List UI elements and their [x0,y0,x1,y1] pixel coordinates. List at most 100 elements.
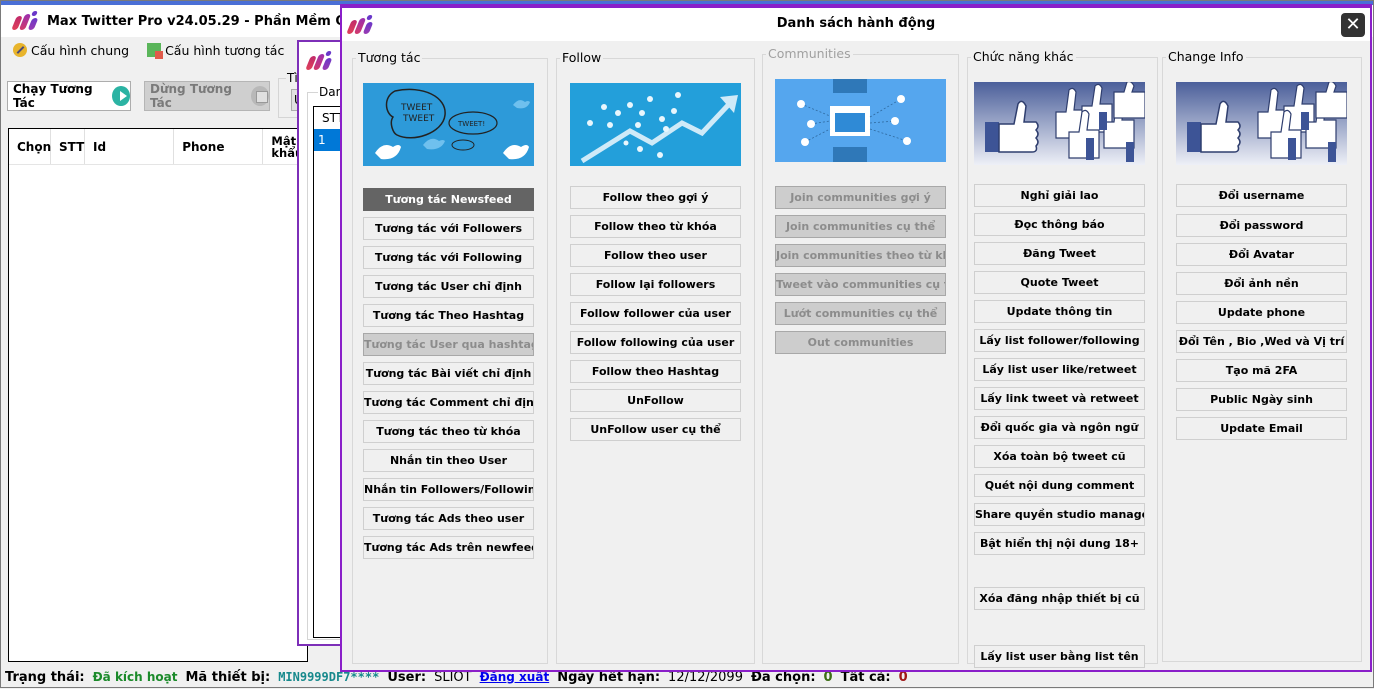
menu-label: Cấu hình chung [31,42,130,58]
follow-growth-banner [570,83,741,166]
action-button[interactable]: UnFollow user cụ thể [570,418,741,441]
device-value: MIN9999DF7**** [278,670,380,684]
col-select[interactable]: Chọn [9,129,51,164]
stop-interaction-button[interactable]: Dừng Tương Tác [144,81,270,111]
action-list-dialog: Danh sách hành động ✕ Tương tác TWEET TW… [340,4,1372,672]
action-button[interactable]: Lấy list user bằng list tên [974,645,1145,668]
action-button[interactable]: UnFollow [570,389,741,412]
wrench-icon [13,43,27,57]
app-title: Max Twitter Pro v24.05.29 - Phần Mềm Quả… [47,13,374,29]
table-header: Chọn STT Id Phone Mật khẩu [9,129,307,165]
group-communities: Communities Join communities gợi ý Join … [762,46,959,664]
action-button[interactable]: Xóa toàn bộ tweet cũ [974,445,1145,468]
group-label: Tương tác [356,50,423,65]
run-label: Chạy Tương Tác [13,82,93,110]
action-button[interactable]: Tương tác User chỉ định [363,275,534,298]
action-button[interactable]: Đổi Tên , Bio ,Wed và Vị trí [1176,330,1347,353]
action-button[interactable]: Share quyền studio manager [974,503,1145,526]
menu-general-config[interactable]: Cấu hình chung [13,43,129,58]
action-button[interactable]: Tweet vào communities cụ thể [775,273,946,296]
play-icon [112,86,130,106]
action-button[interactable]: Lấy list follower/following [974,329,1145,352]
stop-icon [251,86,269,106]
group-label: Communities [766,46,853,61]
accounts-table[interactable]: Chọn STT Id Phone Mật khẩu [8,128,308,662]
app-logo-icon [305,50,333,72]
action-button[interactable]: Đổi Avatar [1176,243,1347,266]
action-button[interactable]: Tương tác Bài viết chỉ định [363,362,534,385]
close-icon[interactable]: ✕ [1341,13,1365,37]
action-button[interactable]: Đọc thông báo [974,213,1145,236]
action-button[interactable]: Follow theo user [570,244,741,267]
status-label: Trạng thái: [5,669,85,685]
col-phone[interactable]: Phone [174,129,264,164]
action-button[interactable]: Lấy link tweet và retweet [974,387,1145,410]
action-button[interactable]: Tương tác Theo Hashtag [363,304,534,327]
group-interaction: Tương tác TWEET TWEET TWEET! Tương tác N… [352,50,548,664]
action-button[interactable]: Follow following của user [570,331,741,354]
tweet-tweet-banner: TWEET TWEET TWEET! [363,83,534,166]
action-button[interactable]: Out communities [775,331,946,354]
action-button[interactable]: Join communities theo từ khóa [775,244,946,267]
action-button[interactable]: Đăng Tweet [974,242,1145,265]
action-button[interactable]: Tương tác User qua hashtag [363,333,534,356]
col-id[interactable]: Id [85,129,175,164]
action-button[interactable]: Tương tác theo từ khóa [363,420,534,443]
group-label: Change Info [1166,49,1246,64]
group-other-functions: Chức năng khác Nghỉ giải lao Đọc thông b… [967,49,1158,668]
action-button[interactable]: Public Ngày sinh [1176,388,1347,411]
svg-text:TWEET!: TWEET! [457,120,485,128]
communities-network-banner [775,79,946,162]
action-button[interactable]: Quote Tweet [974,271,1145,294]
action-button[interactable]: Quét nội dung comment [974,474,1145,497]
action-button[interactable]: Đổi username [1176,184,1347,207]
action-button[interactable]: Nhắn tin theo User [363,449,534,472]
action-button[interactable]: Update phone [1176,301,1347,324]
col-stt[interactable]: STT [51,129,85,164]
group-change-info: Change Info Đổi username Đổi password Đổ… [1162,49,1362,662]
action-button[interactable]: Nghỉ giải lao [974,184,1145,207]
thumbs-up-banner [974,82,1145,165]
group-label: Chức năng khác [971,49,1076,64]
device-label: Mã thiết bị: [185,669,271,685]
logout-link[interactable]: Đăng xuất [480,670,550,684]
action-button[interactable]: Update thông tin [974,300,1145,323]
action-button[interactable]: Đổi ảnh nền [1176,272,1347,295]
menu-label: Cấu hình tương tác [165,42,285,58]
run-interaction-button[interactable]: Chạy Tương Tác [7,81,131,111]
dialog-titlebar: Danh sách hành động ✕ [342,8,1370,41]
svg-text:TWEET: TWEET [402,114,435,124]
svg-text:TWEET: TWEET [400,103,433,113]
action-button[interactable]: Follow follower của user [570,302,741,325]
stop-label: Dừng Tương Tác [150,82,232,110]
action-button[interactable]: Join communities gợi ý [775,186,946,209]
action-button[interactable]: Follow theo Hashtag [570,360,741,383]
action-button[interactable]: Tạo mã 2FA [1176,359,1347,382]
action-button[interactable]: Lướt communities cụ thể [775,302,946,325]
action-button[interactable]: Nhắn tin Followers/Following [363,478,534,501]
group-label: Follow [560,50,604,65]
action-button[interactable]: Tương tác Ads trên newfeed [363,536,534,559]
group-follow: Follow Follow theo gợi ý Follow theo từ … [556,50,755,664]
action-button[interactable]: Follow theo từ khóa [570,215,741,238]
action-button[interactable]: Tương tác Comment chỉ định [363,391,534,414]
action-button[interactable]: Tương tác với Following [363,246,534,269]
action-button[interactable]: Join communities cụ thể [775,215,946,238]
menu-interaction-config[interactable]: Cấu hình tương tác [147,42,285,59]
action-button[interactable]: Bật hiển thị nội dung 18+ [974,532,1145,555]
action-button[interactable]: Đổi password [1176,214,1347,237]
action-button[interactable]: Xóa đăng nhập thiết bị cũ [974,587,1145,610]
config-icon [147,43,164,59]
action-button[interactable]: Follow theo gợi ý [570,186,741,209]
status-value: Đã kích hoạt [92,670,178,684]
thumbs-up-banner [1176,82,1347,165]
app-logo-icon [11,10,39,32]
action-button[interactable]: Tương tác với Followers [363,217,534,240]
action-button[interactable]: Follow lại followers [570,273,741,296]
dialog-title: Danh sách hành động [776,16,936,31]
action-button[interactable]: Tương tác Newsfeed [363,188,534,211]
action-button[interactable]: Update Email [1176,417,1347,440]
action-button[interactable]: Lấy list user like/retweet [974,358,1145,381]
action-button[interactable]: Tương tác Ads theo user [363,507,534,530]
action-button[interactable]: Đổi quốc gia và ngôn ngữ [974,416,1145,439]
